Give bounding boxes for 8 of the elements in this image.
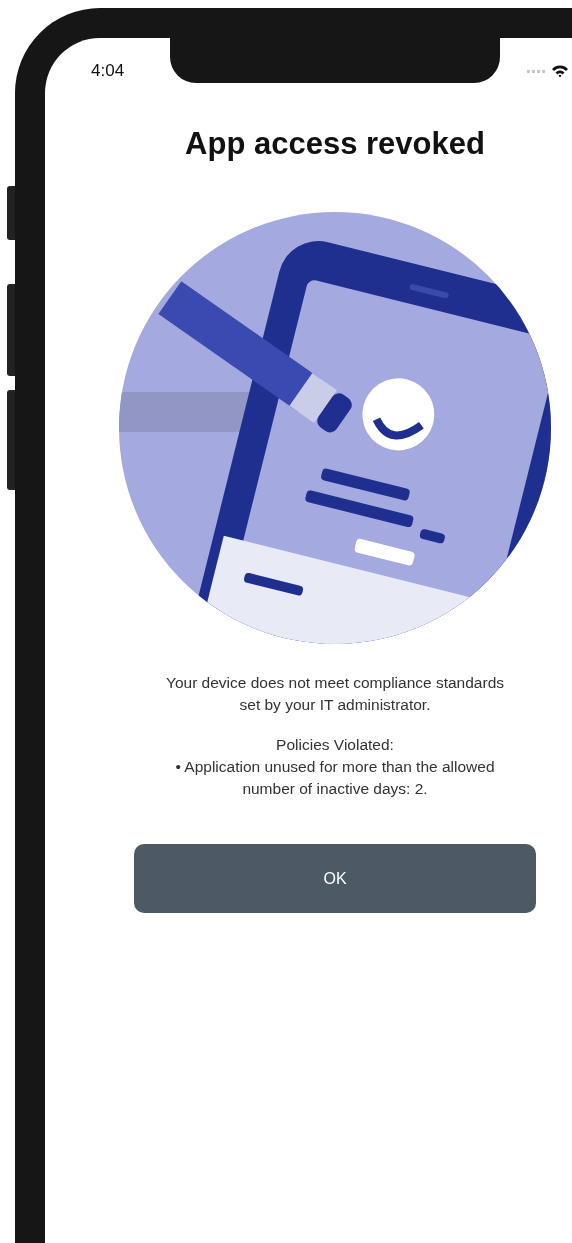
signal-icon	[527, 68, 547, 74]
wifi-icon	[551, 64, 569, 78]
policy-item: • Application unused for more than the allowed number of inactive days: 2.	[174, 757, 496, 799]
policies-heading: Policies Violated:	[275, 735, 395, 755]
message-text: Your device does not meet compliance standards set by your IT administrator.	[164, 673, 506, 715]
ok-button[interactable]: OK	[134, 844, 536, 913]
screen-title: App access revoked	[185, 126, 485, 162]
status-time: 4:04	[91, 61, 125, 81]
